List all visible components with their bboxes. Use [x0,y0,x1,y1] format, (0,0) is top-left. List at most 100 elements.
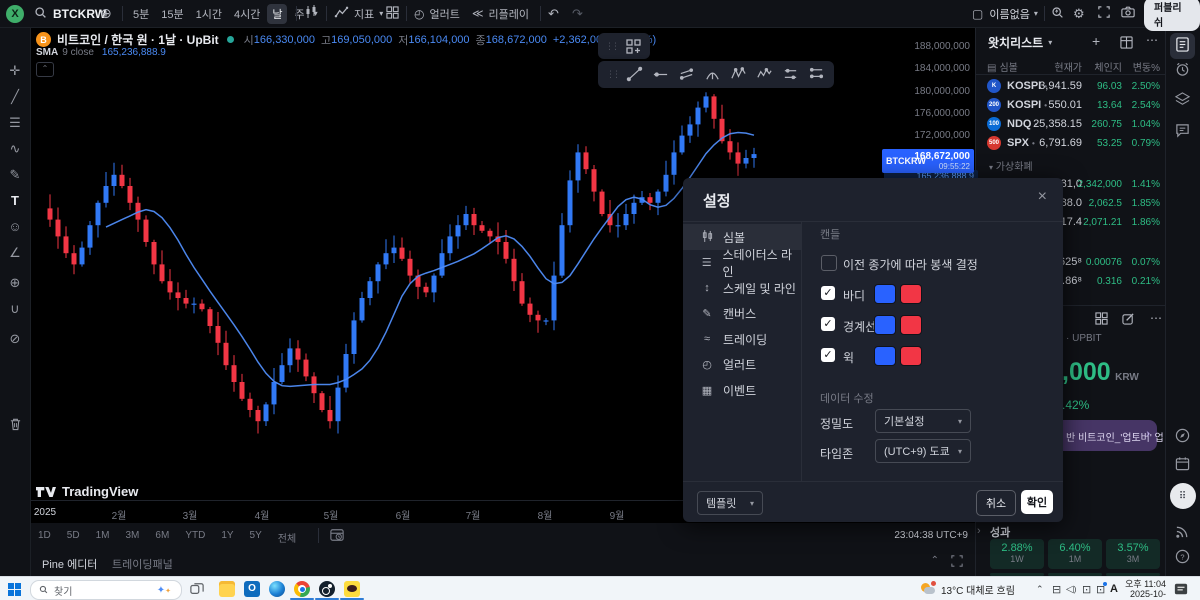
parallel-channel-icon[interactable] [673,66,699,83]
fullscreen-button[interactable] [1098,0,1110,27]
interval-15분[interactable]: 15분 [156,4,188,24]
account-avatar[interactable]: X [6,0,24,27]
ok-button[interactable]: 확인 [1021,490,1053,514]
down-color-swatch[interactable] [900,284,922,304]
monitor-tray-icon[interactable]: ⊡ [1096,577,1105,600]
sma-legend[interactable]: SMA 9 close 165,236,888.9 [36,47,166,58]
broadcast-icon[interactable] [1165,524,1200,542]
pattern-icon[interactable]: ∿ [0,141,30,157]
alerts-tab-icon[interactable] [1165,62,1200,80]
alert-button[interactable]: ◴ 얼러트 [414,0,460,27]
kakaotalk-icon[interactable] [344,577,360,600]
notification-center-button[interactable] [1174,577,1188,600]
layout-button[interactable]: ▢ 이름없음 ▾ [972,0,1038,27]
elliott-wave-icon[interactable] [751,66,777,83]
dialog-tab-스케일 및 라인[interactable]: ↕스케일 및 라인 [683,275,801,301]
range-1Y[interactable]: 1Y [221,530,233,545]
dialog-tab-스테이터스 라인[interactable]: ☰스테이터스 라인 [683,250,801,276]
윅-checkbox[interactable]: ✓ [821,348,835,362]
chart-style-button[interactable] [304,0,318,27]
horizontal-ray-icon[interactable] [647,66,673,83]
prev-close-checkbox[interactable] [821,255,837,271]
crypto-section-header[interactable]: ▾ 가상화폐 [989,158,1033,173]
ime-indicator[interactable]: A [1110,577,1118,600]
detail-edit-button[interactable] [1122,312,1135,330]
grid-add-icon[interactable] [620,39,646,54]
tab-trading-panel[interactable]: 트레이딩패널 [112,556,173,572]
zoom-in-icon[interactable]: ⊕ [0,275,30,291]
watchlist-row[interactable]: 500SPX•6,791.6953.250.79% [975,134,1165,153]
symbol-legend[interactable]: B 비트코인 / 한국 원 · 1날 · UpBit 시 166,330,000… [36,31,656,48]
indicators-button[interactable]: 지표 ▾ [334,0,383,27]
range-1M[interactable]: 1M [96,530,110,545]
quick-search-button[interactable] [1051,0,1064,27]
trend-line-icon[interactable]: ╱ [0,89,30,105]
chrome-icon[interactable] [294,577,310,600]
performance-cell[interactable]: 3.57%3M [1106,539,1160,569]
redo-button[interactable]: ↷ [572,0,583,27]
xabcd-pattern-icon[interactable] [725,66,751,83]
tab-pine-editor[interactable]: Pine 에디터 [42,556,97,572]
panel-maximize-icon[interactable] [951,554,963,572]
timezone-select[interactable]: (UTC+9) 도쿄 ▾ [875,439,971,463]
undo-button[interactable]: ↶ [548,0,559,27]
바디-checkbox[interactable]: ✓ [821,286,835,300]
precision-select[interactable]: 기본설정 ▾ [875,409,971,433]
text-icon[interactable]: T [0,193,30,208]
drag-handle-icon[interactable]: ⋮⋮ [602,41,620,52]
watchlist-column-header[interactable]: ▤심볼 현재가 체인지 변동% [975,56,1165,75]
help-icon[interactable]: ? [1165,549,1200,567]
interval-1시간[interactable]: 1시간 [191,4,227,24]
outlook-icon[interactable]: O [244,577,260,600]
trend-line-icon[interactable] [621,66,647,83]
fib-retracement-icon[interactable]: ☰ [0,115,30,131]
tradingview-logo[interactable]: TradingView [36,484,138,499]
screenshot-button[interactable] [1121,0,1135,27]
drag-handle-icon[interactable]: ⋮⋮ [603,69,621,80]
emoji-icon[interactable]: ☺ [0,219,30,234]
favorites-drawing-toolbar[interactable]: ⋮⋮ [598,61,834,88]
dialog-tab-트레이딩[interactable]: ≈트레이딩 [683,326,801,352]
projection-icon[interactable] [803,66,829,83]
steam-icon[interactable] [319,577,335,600]
watchlist-tab-icon[interactable] [1170,33,1195,59]
dialog-tab-이벤트[interactable]: ▦이벤트 [683,377,801,403]
up-color-swatch[interactable] [874,284,896,304]
magnet-icon[interactable]: ∪ [0,301,30,317]
cursor-icon[interactable]: ✛ [0,63,30,79]
down-color-swatch[interactable] [900,315,922,335]
file-explorer-icon[interactable] [219,577,235,600]
watchlist-more-button[interactable]: ⋯ [1146,33,1158,47]
start-button[interactable] [8,577,21,600]
panel-expand-icon[interactable]: ⌃ [931,555,939,566]
range-전체[interactable]: 전체 [278,530,296,545]
compare-add-button[interactable]: ⊕ [100,0,112,27]
template-select[interactable]: 템플릿 ▾ [697,491,763,515]
legend-collapse-button[interactable]: ⌃ [36,62,54,77]
ruler-icon[interactable]: ∠ [0,245,30,261]
server-clock[interactable]: 23:04:38 UTC+9 [894,530,968,541]
dialog-tab-캔버스[interactable]: ✎캔버스 [683,301,801,327]
dialog-tab-얼러트[interactable]: ◴얼러트 [683,352,801,378]
range-3M[interactable]: 3M [126,530,140,545]
go-to-date-button[interactable] [330,528,344,547]
widget-mini-toolbar[interactable]: ⋮⋮ [598,33,650,59]
task-view-button[interactable] [190,577,204,600]
performance-cell[interactable]: 2.88%1W [990,539,1044,569]
taskbar-search-box[interactable]: 찾기 ✦✦ [30,580,182,600]
pitchfork-icon[interactable] [699,66,725,83]
dialpad-icon[interactable]: ⠿ [1165,483,1200,509]
object-tree-icon[interactable] [1165,92,1200,110]
detail-grid-button[interactable] [1095,312,1108,330]
hide-icon[interactable]: ⊘ [0,331,30,347]
multichart-layout-button[interactable] [386,0,399,27]
cast-tray-icon[interactable]: ⊟ [1052,577,1061,600]
경계선-checkbox[interactable]: ✓ [821,317,835,331]
range-1D[interactable]: 1D [38,530,51,545]
performance-cell[interactable]: 6.40%1M [1048,539,1102,569]
up-color-swatch[interactable] [874,346,896,366]
ideas-tab-icon[interactable] [1165,428,1200,446]
calendar-tab-icon[interactable] [1165,456,1200,474]
watchlist-row[interactable]: 100NDQ•25,358.15260.751.04% [975,115,1165,134]
range-5D[interactable]: 5D [67,530,80,545]
